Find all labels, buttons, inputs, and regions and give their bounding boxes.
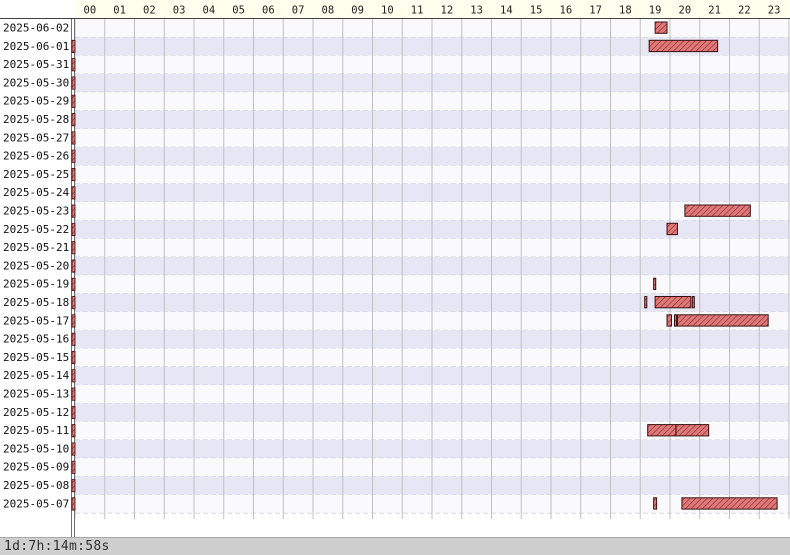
date-label: 2025-05-17 [3, 314, 69, 327]
status-bar: 1d:7h:14m:58s [0, 537, 790, 555]
date-label: 2025-05-12 [3, 406, 69, 419]
carryover-marker [71, 222, 76, 237]
hour-label: 20 [679, 5, 692, 17]
session-bar [653, 277, 657, 291]
carryover-marker [71, 149, 76, 163]
hour-label: 04 [203, 5, 216, 17]
session-bar [691, 296, 695, 309]
carryover-marker [71, 460, 76, 474]
hour-label: 11 [411, 5, 424, 17]
carryover-marker [71, 186, 76, 200]
date-label: 2025-05-14 [3, 369, 70, 382]
hour-label: 18 [619, 5, 632, 17]
carryover-marker [71, 369, 76, 383]
hour-label: 08 [322, 5, 335, 17]
session-bar [684, 204, 751, 217]
hour-label: 05 [232, 5, 245, 17]
hour-label: 15 [530, 5, 543, 17]
date-label: 2025-05-19 [3, 278, 69, 291]
hour-label: 21 [708, 5, 721, 17]
hour-label: 19 [649, 5, 662, 17]
date-label: 2025-05-10 [3, 442, 69, 455]
hour-label: 07 [292, 5, 305, 17]
carryover-marker [71, 497, 76, 511]
carryover-marker [71, 204, 76, 218]
session-bar [676, 314, 769, 327]
hour-label: 01 [113, 5, 126, 17]
carryover-marker [71, 39, 76, 53]
carryover-marker [71, 332, 76, 346]
hour-label: 03 [173, 5, 186, 17]
session-bar [675, 424, 710, 437]
session-bar [648, 39, 719, 53]
session-bar [644, 296, 648, 309]
hour-label: 10 [381, 5, 394, 17]
carryover-marker [71, 442, 76, 456]
carryover-marker [71, 277, 76, 291]
date-label: 2025-05-16 [3, 333, 69, 346]
carryover-marker [71, 405, 76, 419]
date-label: 2025-05-29 [3, 95, 69, 108]
date-label: 2025-05-24 [3, 186, 70, 199]
carryover-marker [71, 479, 76, 493]
hour-label: 16 [560, 5, 573, 17]
carryover-marker [71, 167, 76, 182]
hour-label: 09 [351, 5, 364, 17]
date-label: 2025-05-27 [3, 131, 69, 144]
date-label: 2025-05-30 [3, 76, 69, 89]
date-label: 2025-05-21 [3, 241, 69, 254]
session-bar [673, 314, 677, 327]
carryover-marker [71, 387, 76, 401]
activity-timeline-chart: 00 01 02 03 04 05 06 07 08 09 10 11 12 13 14 15 16 17 18 19… [0, 0, 790, 537]
session-bar [654, 21, 668, 34]
date-label: 2025-05-11 [3, 424, 69, 437]
date-label: 2025-05-15 [3, 351, 69, 364]
carryover-marker [71, 296, 76, 310]
date-label: 2025-05-25 [3, 168, 69, 181]
date-label: 2025-05-13 [3, 388, 69, 401]
hour-label: 22 [738, 5, 751, 17]
carryover-marker [71, 131, 76, 145]
hour-label: 17 [589, 5, 602, 17]
date-label: 2025-05-07 [3, 497, 69, 510]
hour-label: 14 [500, 5, 513, 17]
date-label: 2025-05-31 [3, 58, 69, 71]
hour-label: 12 [441, 5, 454, 17]
date-label: 2025-06-01 [3, 40, 69, 53]
session-bar [653, 497, 658, 510]
hour-label: 06 [262, 5, 275, 17]
date-label: 2025-05-28 [3, 113, 69, 126]
date-label: 2025-05-08 [3, 479, 69, 492]
date-labels: 2025-06-02 2025-06-01 2025-05-31 2025-05-30… [3, 22, 70, 511]
carryover-marker [71, 259, 76, 273]
session-bar [666, 314, 672, 327]
date-label: 2025-05-18 [3, 296, 69, 309]
carryover-marker [71, 314, 76, 328]
date-label: 2025-05-09 [3, 461, 69, 474]
session-bar [681, 497, 778, 510]
carryover-marker [71, 424, 76, 438]
hour-label: 13 [470, 5, 483, 17]
hour-label: 02 [143, 5, 156, 17]
total-duration-text: 1d:7h:14m:58s [4, 539, 110, 554]
session-bar [647, 424, 677, 437]
hour-label: 23 [768, 5, 781, 17]
carryover-marker [71, 94, 76, 108]
carryover-marker [71, 241, 76, 255]
carryover-marker [71, 113, 76, 127]
carryover-marker [71, 58, 76, 72]
hour-label: 00 [84, 5, 97, 17]
session-bar [654, 296, 692, 309]
session-bar [666, 222, 678, 236]
carryover-marker [71, 350, 76, 365]
hour-header: 00 01 02 03 04 05 06 07 08 09 10 11 12 13 14 15 16 17 18 19… [0, 0, 790, 19]
carryover-marker [71, 76, 76, 90]
date-label: 2025-05-23 [3, 205, 69, 218]
date-label: 2025-06-02 [3, 22, 69, 35]
date-label: 2025-05-26 [3, 150, 69, 163]
date-label: 2025-05-22 [3, 223, 69, 236]
date-label: 2025-05-20 [3, 259, 69, 272]
